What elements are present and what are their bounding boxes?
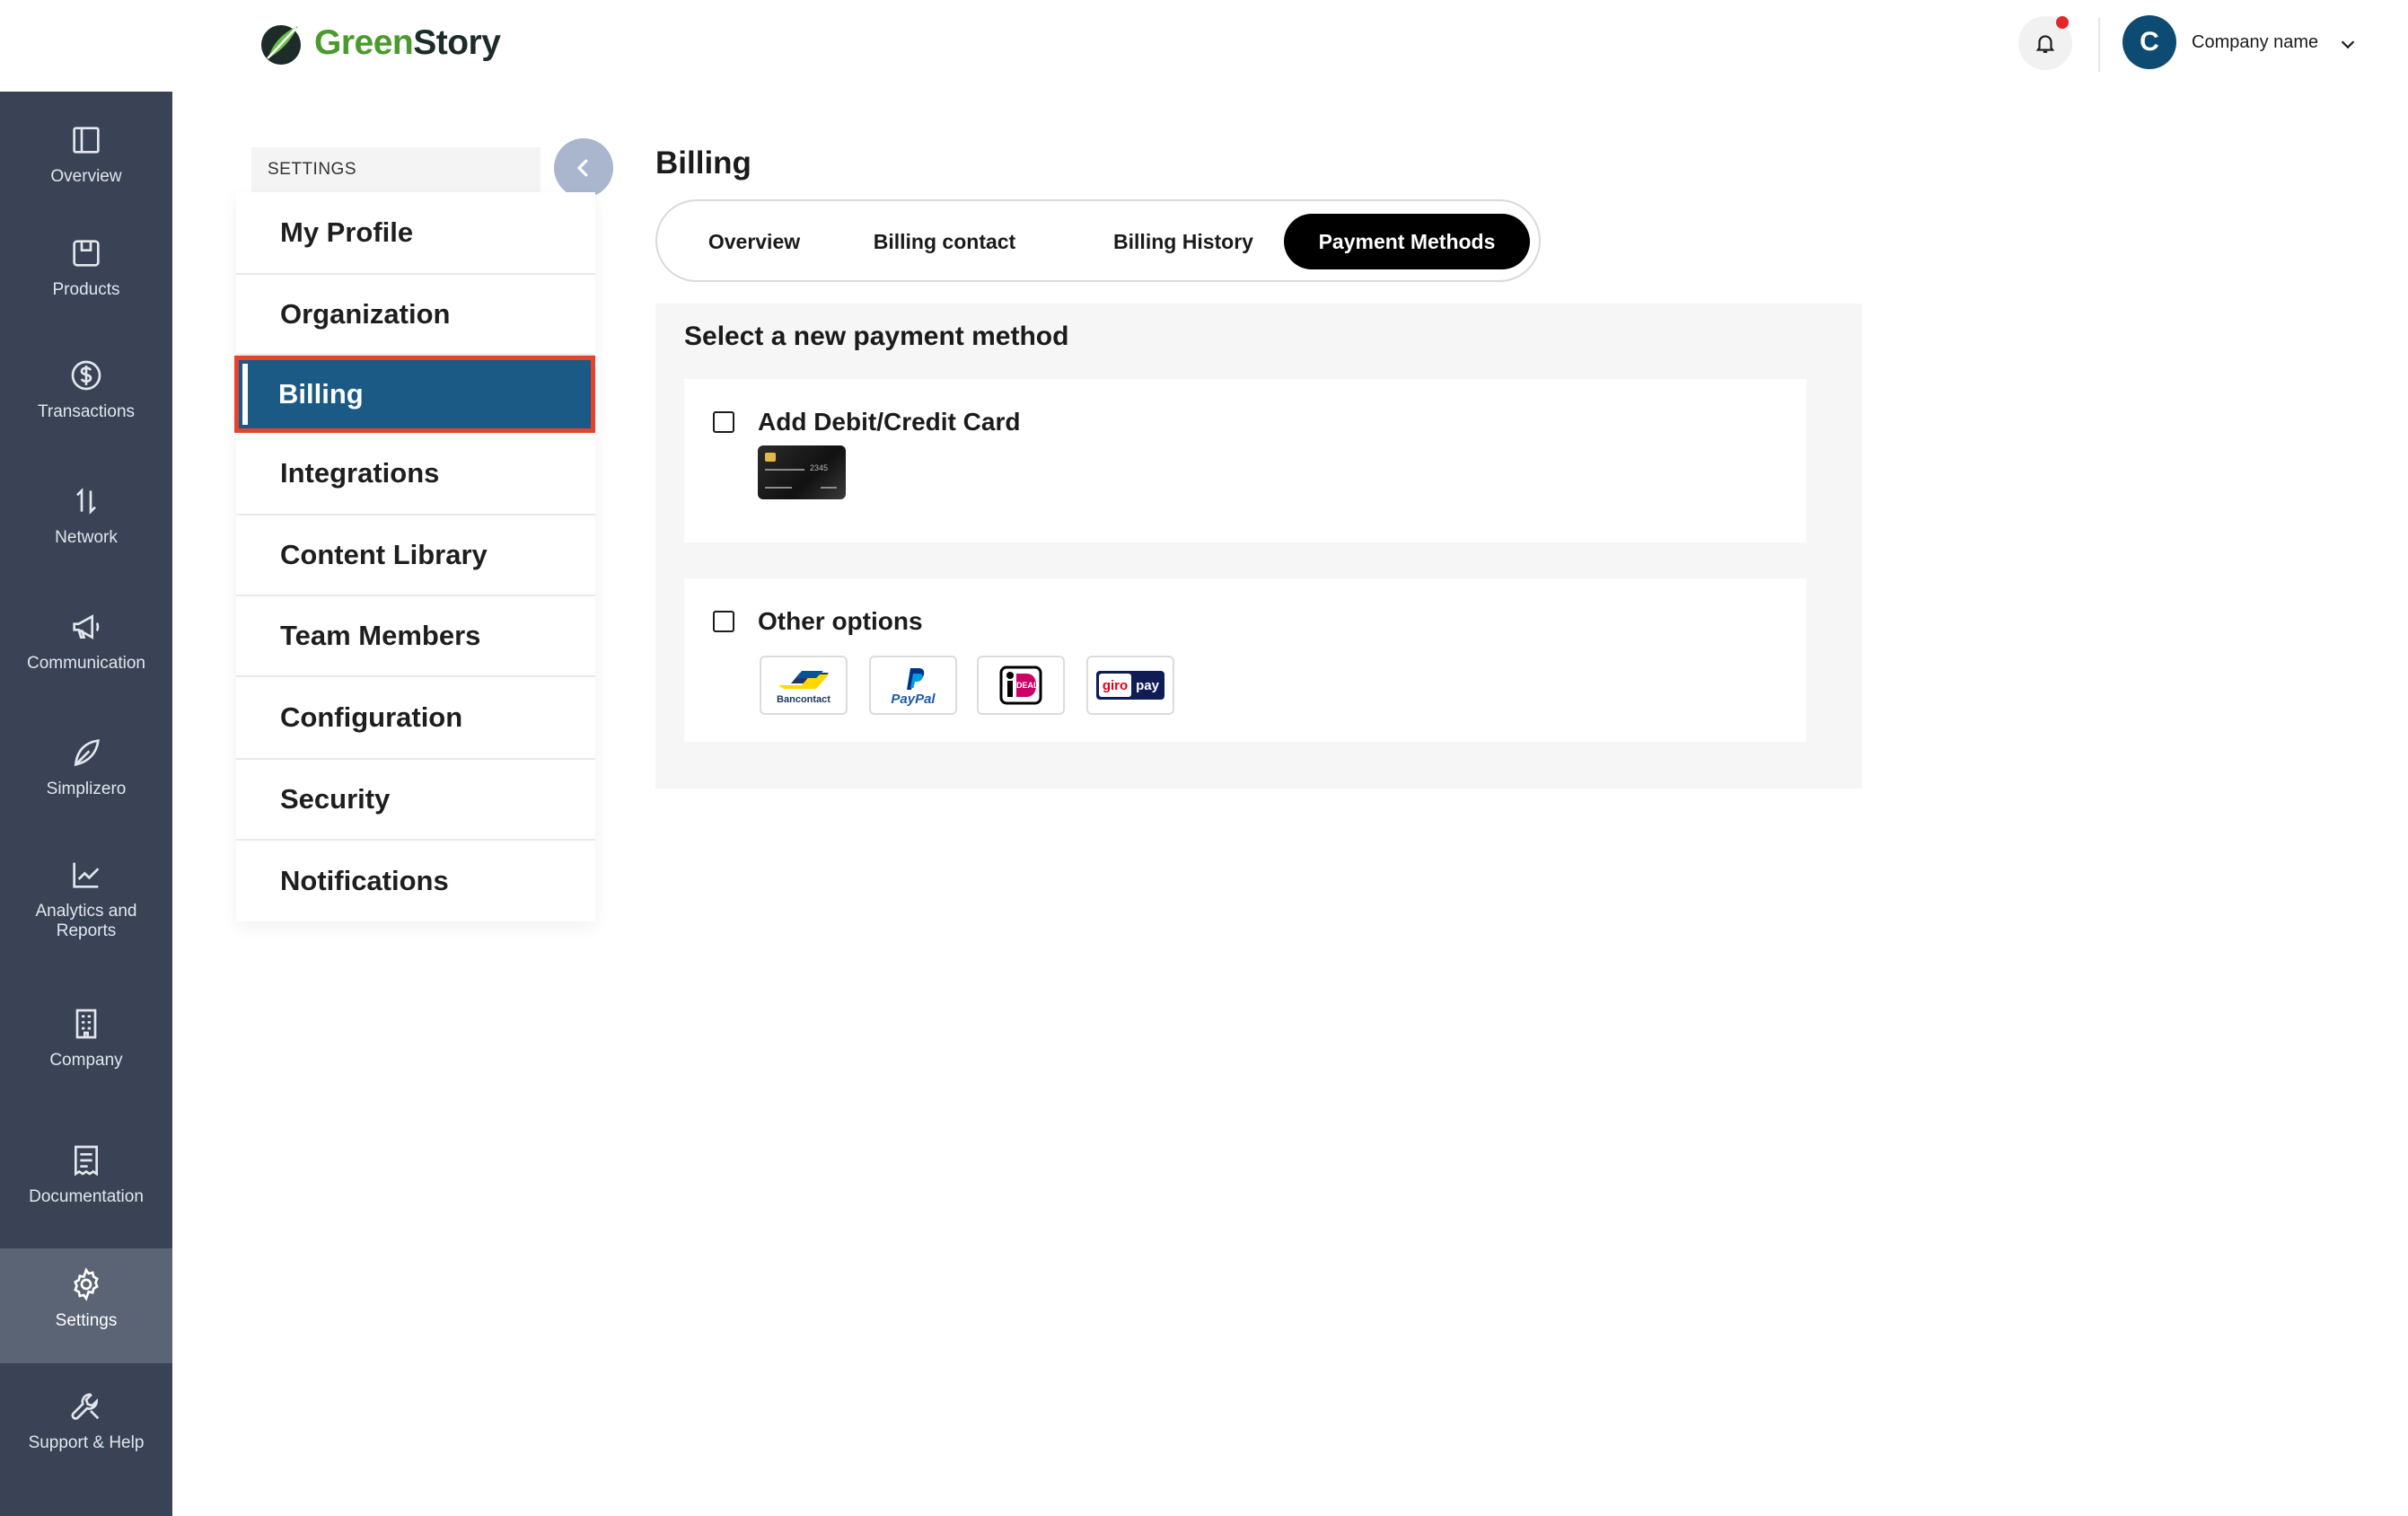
gear-icon	[74, 1267, 99, 1301]
chevron-down-icon[interactable]	[2338, 34, 2358, 54]
top-header: GreenStory C Company name	[0, 0, 2408, 92]
bancontact-logo[interactable]: Bancontact	[760, 656, 848, 715]
other-options-checkbox[interactable]	[713, 611, 734, 632]
settings-heading: SETTINGS	[251, 147, 540, 192]
sidebar-item-label: Analytics and	[35, 902, 137, 921]
tab-overview[interactable]: Overview	[673, 214, 835, 269]
megaphone-icon	[73, 614, 100, 639]
giropay-logo[interactable]: giro pay	[1086, 656, 1174, 715]
dollar-circle-icon	[71, 360, 101, 391]
tab-payment-methods[interactable]: Payment Methods	[1284, 214, 1530, 269]
notifications-button[interactable]	[2018, 16, 2072, 70]
arrows-up-down-icon	[76, 488, 96, 515]
sidebar-item-company[interactable]: Company	[0, 1006, 172, 1071]
chevron-left-icon	[576, 159, 588, 177]
card-option-checkbox[interactable]	[713, 411, 734, 433]
box-icon	[73, 240, 100, 267]
sidebar-item-transactions[interactable]: Transactions	[0, 357, 172, 422]
panel-title: Select a new payment method	[684, 322, 1069, 351]
ideal-logo[interactable]: iDEAL	[977, 656, 1065, 715]
tab-billing-contact[interactable]: Billing contact	[846, 214, 1043, 269]
settings-item-team-members[interactable]: Team Members	[236, 596, 595, 677]
building-icon	[75, 1009, 97, 1039]
wrench-icon	[71, 1393, 100, 1420]
greenstory-logo[interactable]: GreenStory	[257, 16, 501, 70]
card-option: Add Debit/Credit Card 2345	[684, 379, 1806, 542]
sidebar-item-label: Transactions	[37, 402, 136, 421]
logo-wordmark: GreenStory	[314, 23, 501, 62]
sidebar-item-simplizero[interactable]: Simplizero	[0, 735, 172, 799]
panel-icon	[73, 127, 100, 154]
notification-dot	[2056, 16, 2069, 29]
settings-item-billing[interactable]: Billing	[234, 356, 595, 433]
sidebar-item-network[interactable]: Network	[0, 483, 172, 548]
settings-item-configuration[interactable]: Configuration	[236, 677, 595, 760]
avatar[interactable]: C	[2122, 15, 2176, 69]
sidebar-item-label: Company	[49, 1051, 123, 1070]
paypal-logo[interactable]: PayPal	[869, 656, 957, 715]
settings-item-security[interactable]: Security	[236, 760, 595, 841]
svg-text:giro: giro	[1103, 678, 1128, 693]
sidebar-item-communication[interactable]: Communication	[0, 609, 172, 674]
sidebar-item-label-2: Reports	[56, 921, 117, 940]
sidebar-item-label: Overview	[50, 167, 122, 186]
bell-icon	[2035, 35, 2055, 53]
header-divider	[2098, 18, 2100, 72]
sidebar-item-settings[interactable]: Settings	[0, 1248, 172, 1363]
receipt-icon	[75, 1145, 98, 1177]
settings-item-integrations[interactable]: Integrations	[236, 433, 595, 516]
svg-text:iDEAL: iDEAL	[1015, 681, 1040, 690]
bancontact-icon	[778, 671, 829, 689]
sidebar-item-label: Settings	[55, 1311, 118, 1330]
svg-text:pay: pay	[1136, 678, 1160, 693]
sidebar-item-overview[interactable]: Overview	[0, 122, 172, 187]
sidebar-item-label: Products	[52, 280, 120, 299]
payment-method-panel: Select a new payment method Add Debit/Cr…	[655, 304, 1862, 789]
credit-card-image: 2345	[758, 445, 846, 499]
ideal-icon: iDEAL	[999, 665, 1042, 705]
settings-item-my-profile[interactable]: My Profile	[236, 192, 595, 275]
tab-billing-history[interactable]: Billing History	[1094, 214, 1273, 269]
paypal-icon	[907, 667, 925, 690]
company-name[interactable]: Company name	[2192, 32, 2318, 53]
card-option-label: Add Debit/Credit Card	[758, 408, 1021, 436]
other-options-label: Other options	[758, 607, 923, 635]
sidebar-item-label: Simplizero	[46, 780, 127, 798]
sidebar-item-label: Documentation	[29, 1187, 144, 1206]
giropay-icon: giro pay	[1096, 671, 1164, 700]
sidebar-item-support[interactable]: Support & Help	[0, 1388, 172, 1453]
sidebar-item-label: Support & Help	[28, 1433, 145, 1452]
main-sidebar: Overview Products Transactions Network C…	[0, 92, 172, 1516]
settings-item-content-library[interactable]: Content Library	[236, 516, 595, 596]
leaf-icon	[74, 739, 100, 767]
sidebar-item-label: Network	[55, 528, 118, 547]
collapse-settings-button[interactable]	[554, 138, 613, 198]
sidebar-item-products[interactable]: Products	[0, 235, 172, 300]
sidebar-item-analytics[interactable]: Analytics and Reports	[0, 857, 172, 941]
billing-tabs: Overview Billing contact Billing History…	[655, 199, 1541, 282]
line-chart-icon	[73, 862, 100, 888]
sidebar-item-label: Communication	[27, 654, 145, 673]
other-options: Other options Bancontact PayPal iDEAL gi…	[684, 578, 1806, 742]
settings-nav: My Profile Organization Billing Integrat…	[234, 192, 595, 921]
greenstory-logo-icon	[261, 25, 301, 65]
settings-item-organization[interactable]: Organization	[236, 275, 595, 356]
sidebar-item-documentation[interactable]: Documentation	[0, 1142, 172, 1207]
page-title: Billing	[655, 145, 751, 181]
settings-item-notifications[interactable]: Notifications	[236, 841, 595, 921]
